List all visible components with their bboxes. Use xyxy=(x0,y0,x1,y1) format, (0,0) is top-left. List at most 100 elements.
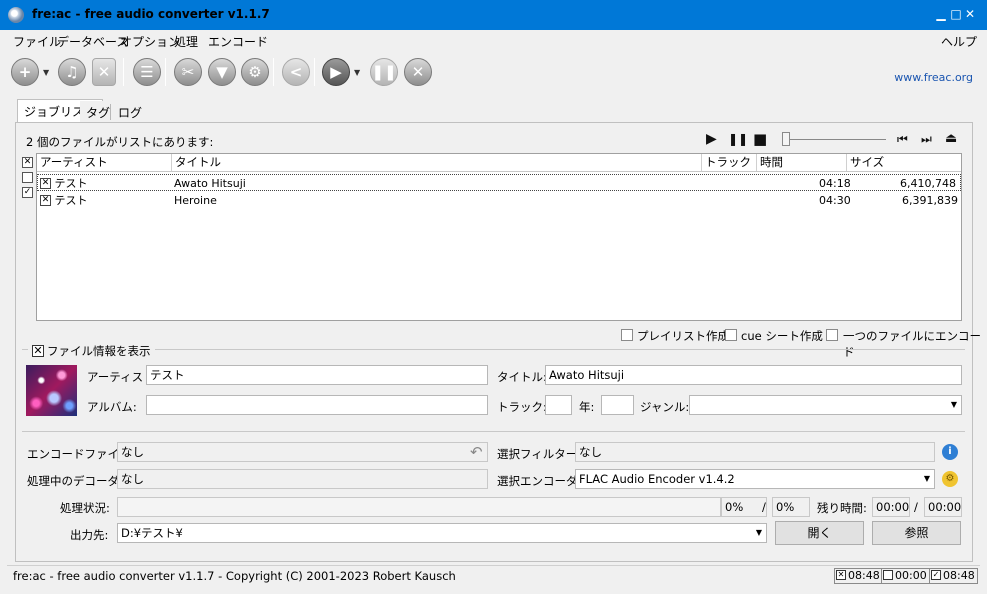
play-icon[interactable]: ▶ xyxy=(706,131,717,147)
row-checkbox[interactable]: ✕ xyxy=(40,177,51,189)
column-title[interactable]: タイトル xyxy=(172,154,702,171)
minimize-button[interactable]: ▁ xyxy=(934,6,948,22)
website-link[interactable]: www.freac.org xyxy=(894,71,973,84)
progress-label: 処理状況: xyxy=(60,501,110,515)
menu-encode[interactable]: エンコード xyxy=(208,33,268,50)
tab-log[interactable]: ログ xyxy=(112,101,149,122)
cue-sheet-checkbox[interactable] xyxy=(725,329,737,341)
status-time: 08:48 xyxy=(943,569,975,582)
year-label: 年: xyxy=(579,400,595,414)
file-info-checkbox[interactable]: ✕ xyxy=(32,344,44,357)
chevron-down-icon: ▼ xyxy=(755,528,762,537)
stop-playback-icon[interactable]: ■ xyxy=(753,130,767,148)
start-encoding-icon[interactable]: ▶ xyxy=(322,58,350,86)
status-checkbox[interactable]: ✓ xyxy=(931,570,941,580)
column-artist[interactable]: アーティスト xyxy=(37,154,172,171)
pause-icon[interactable]: ❚❚ xyxy=(370,58,398,86)
menu-database[interactable]: データベース xyxy=(57,33,128,50)
genre-select[interactable]: ▼ xyxy=(689,395,962,415)
year-field[interactable] xyxy=(601,395,634,415)
previous-track-icon[interactable]: ⏮ xyxy=(897,132,908,147)
app-icon[interactable] xyxy=(8,7,24,23)
browse-button[interactable]: 参照 xyxy=(872,521,961,545)
status-time-total[interactable]: ✕ 08:48 xyxy=(834,568,883,584)
column-size[interactable]: サイズ xyxy=(847,154,961,171)
seek-thumb xyxy=(782,132,790,146)
menu-options[interactable]: オプション xyxy=(120,33,180,50)
status-time-selected[interactable]: ✓ 08:48 xyxy=(929,568,978,584)
file-info-divider xyxy=(22,349,965,350)
menu-process[interactable]: 処理 xyxy=(174,33,198,50)
remaining-file: 00:00 xyxy=(872,497,910,517)
row-artist: テスト xyxy=(54,194,88,207)
title-label: タイトル: xyxy=(497,370,547,384)
percent-separator: / xyxy=(762,500,766,514)
info-icon[interactable]: i xyxy=(942,444,958,460)
toolbar-separator xyxy=(123,58,124,86)
toolbar-separator xyxy=(314,58,315,86)
status-time: 00:00 xyxy=(895,569,927,582)
column-time[interactable]: 時間 xyxy=(757,154,847,171)
status-checkbox[interactable] xyxy=(883,570,893,580)
select-none-checkbox[interactable] xyxy=(22,172,33,183)
filter-icon[interactable]: ▼ xyxy=(208,58,236,86)
seek-slider[interactable] xyxy=(782,131,886,147)
table-row[interactable]: ✕ テスト Heroine 04:30 6,391,839 xyxy=(37,192,961,209)
add-files-dropdown-icon[interactable]: ▼ xyxy=(43,68,49,77)
start-encoding-dropdown-icon[interactable]: ▼ xyxy=(354,68,360,77)
cddb-query-icon[interactable]: ☰ xyxy=(133,58,161,86)
status-time-elapsed[interactable]: 00:00 xyxy=(881,568,930,584)
tools-icon[interactable]: ✂ xyxy=(174,58,202,86)
share-icon[interactable]: < xyxy=(282,58,310,86)
close-button[interactable]: ✕ xyxy=(963,6,977,22)
menu-file[interactable]: ファイル xyxy=(13,33,61,50)
window-title: fre:ac - free audio converter v1.1.7 xyxy=(32,7,270,21)
output-folder-select[interactable]: D:¥テスト¥ ▼ xyxy=(117,523,767,543)
add-files-icon[interactable]: + xyxy=(11,58,39,86)
percent-file: 0% xyxy=(721,497,767,517)
open-button[interactable]: 開く xyxy=(775,521,864,545)
artist-field[interactable]: テスト xyxy=(146,365,488,385)
playlist-checkbox[interactable] xyxy=(621,329,633,341)
encoder-settings-icon[interactable]: ⚙ xyxy=(942,471,958,487)
maximize-button[interactable]: □ xyxy=(949,6,963,22)
genre-label: ジャンル: xyxy=(640,400,690,414)
next-track-icon[interactable]: ⏭ xyxy=(921,132,932,147)
album-cover[interactable] xyxy=(26,365,77,416)
track-field[interactable] xyxy=(545,395,572,415)
music-note-icon[interactable]: ♫ xyxy=(58,58,86,86)
gear-icon[interactable]: ⚙ xyxy=(241,58,269,86)
single-file-checkbox[interactable] xyxy=(826,329,838,341)
decoder-field: なし xyxy=(117,469,488,489)
status-checkbox[interactable]: ✕ xyxy=(836,570,846,580)
chevron-down-icon: ▼ xyxy=(950,400,957,409)
title-field[interactable]: Awato Hitsuji xyxy=(545,365,962,385)
table-row[interactable]: ✕ テスト Awato Hitsuji 04:18 6,410,748 xyxy=(37,174,961,191)
encoder-value: FLAC Audio Encoder v1.4.2 xyxy=(579,472,735,486)
cue-sheet-label[interactable]: cue シート作成 xyxy=(741,328,823,344)
toggle-selection-checkbox[interactable]: ✓ xyxy=(22,187,33,198)
menu-help[interactable]: ヘルプ xyxy=(941,33,977,50)
select-all-checkbox[interactable]: ✕ xyxy=(22,157,33,168)
single-file-label[interactable]: 一つのファイルにエンコード xyxy=(843,328,987,360)
remaining-separator: / xyxy=(914,500,918,514)
stop-encoding-icon[interactable]: ✕ xyxy=(404,58,432,86)
row-checkbox[interactable]: ✕ xyxy=(40,194,51,206)
playlist-label[interactable]: プレイリスト作成 xyxy=(637,328,729,344)
percent-total: 0% xyxy=(772,497,810,517)
progress-bar xyxy=(117,497,721,517)
album-label: アルバム: xyxy=(87,400,137,414)
encoder-select[interactable]: FLAC Audio Encoder v1.4.2 ▼ xyxy=(575,469,935,489)
status-time: 08:48 xyxy=(848,569,880,582)
row-time: 04:30 xyxy=(819,194,851,207)
filter-field: なし xyxy=(575,442,935,462)
eject-icon[interactable]: ⏏ xyxy=(945,131,957,146)
output-label: 出力先: xyxy=(70,528,109,542)
swap-arrow-icon[interactable]: ↶ xyxy=(470,443,483,461)
file-info-toggle[interactable]: ✕ ファイル情報を表示 xyxy=(28,343,155,359)
remove-files-icon[interactable]: ✕ xyxy=(92,58,116,86)
joblist-count: 2 個のファイルがリストにあります: xyxy=(26,135,214,149)
album-field[interactable] xyxy=(146,395,488,415)
pause-playback-icon[interactable]: ❚❚ xyxy=(728,132,748,146)
column-track[interactable]: トラック xyxy=(702,154,757,171)
